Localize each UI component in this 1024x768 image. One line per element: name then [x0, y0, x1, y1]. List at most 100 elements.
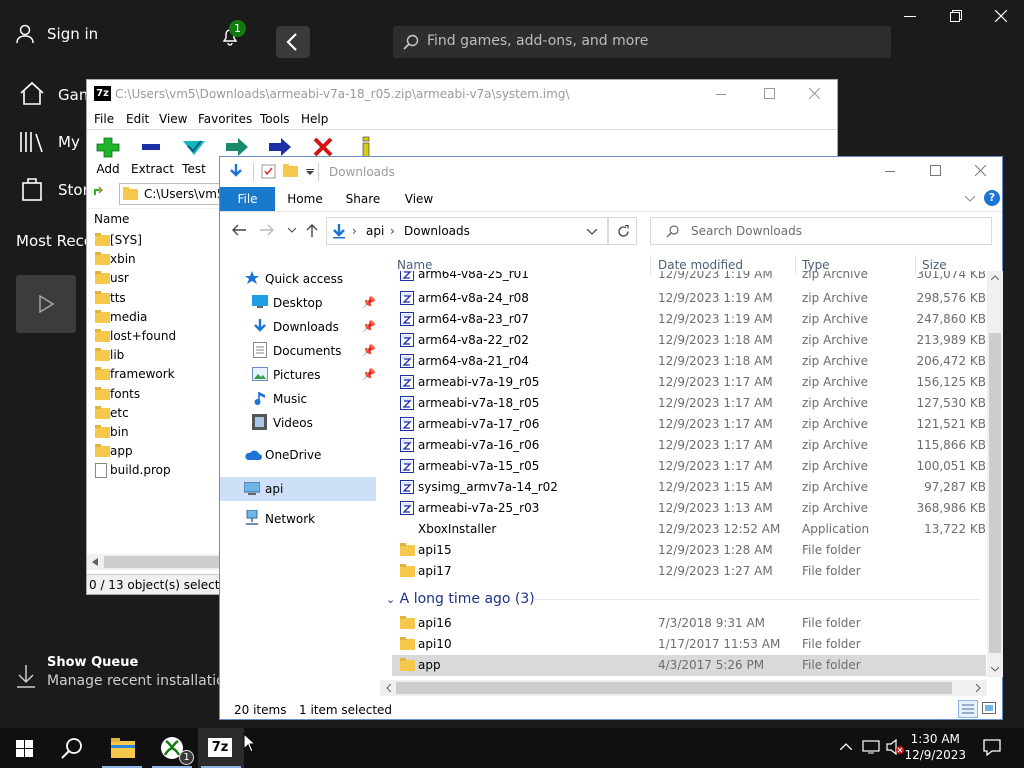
table-row[interactable]: api15 12/9/2023 1:28 AM File folder	[392, 540, 986, 561]
vertical-scrollbar[interactable]	[987, 271, 1003, 677]
notification-center-icon[interactable]	[983, 739, 1001, 756]
breadcrumb-separator-icon[interactable]: ›	[352, 224, 357, 238]
scroll-right-icon[interactable]	[976, 684, 981, 692]
scroll-thumb[interactable]	[989, 333, 1001, 653]
table-row[interactable]: armeabi-v7a-19_r05 12/9/2023 1:17 AM zip A…	[392, 372, 986, 393]
add-button[interactable]: Add	[88, 136, 128, 176]
column-date[interactable]: Date modified	[658, 258, 743, 272]
copy-button[interactable]	[217, 136, 257, 158]
properties-icon[interactable]	[261, 164, 276, 179]
explorer-titlebar[interactable]: Downloads	[220, 157, 1002, 187]
sevenzip-path-input[interactable]: C:\Users\vm5\	[119, 183, 229, 205]
delete-button[interactable]	[303, 136, 343, 158]
user-icon[interactable]	[15, 24, 35, 44]
maximize-icon[interactable]	[930, 165, 941, 176]
table-row[interactable]: armeabi-v7a-17_r06 12/9/2023 1:17 AM zip A…	[392, 414, 986, 435]
back-button[interactable]	[276, 26, 310, 58]
table-row[interactable]: armeabi-v7a-25_r03 12/9/2023 1:13 AM zip A…	[392, 498, 986, 519]
scroll-up-icon[interactable]	[991, 275, 999, 280]
extract-button[interactable]: Extract	[131, 136, 174, 176]
menu-file[interactable]: File	[94, 112, 114, 126]
restore-icon[interactable]	[950, 10, 962, 22]
up-arrow-icon[interactable]	[306, 223, 318, 237]
quick-access-down-icon[interactable]	[228, 163, 244, 179]
column-type[interactable]: Type	[802, 258, 830, 272]
table-row[interactable]: armeabi-v7a-15_r05 12/9/2023 1:17 AM zip A…	[392, 456, 986, 477]
horizontal-scrollbar[interactable]	[380, 680, 987, 696]
sevenzip-titlebar[interactable]: 7z C:\Users\vm5\Downloads\armeabi-v7a-18…	[87, 80, 837, 108]
close-icon[interactable]	[975, 165, 986, 176]
large-icons-view-icon[interactable]	[982, 702, 996, 714]
refresh-button[interactable]	[608, 217, 637, 245]
scroll-left-icon[interactable]	[92, 558, 98, 566]
breadcrumb-api[interactable]: api	[366, 224, 384, 238]
sevenzip-column-name[interactable]: Name	[94, 212, 129, 226]
file-explorer-taskbar-icon[interactable]	[111, 738, 135, 758]
table-row[interactable]: arm64-v8a-23_r07 12/9/2023 1:19 AM zip Arc…	[392, 309, 986, 330]
search-downloads-input[interactable]: Search Downloads	[650, 217, 992, 245]
scroll-thumb[interactable]	[396, 682, 952, 694]
details-view-icon[interactable]	[958, 700, 978, 718]
group-header[interactable]: ⌄ A long time ago (3)	[386, 591, 535, 607]
menu-favorites[interactable]: Favorites	[198, 112, 252, 126]
scroll-down-icon[interactable]	[991, 667, 999, 672]
search-icon[interactable]	[61, 737, 83, 759]
close-icon[interactable]	[995, 10, 1007, 22]
tab-view[interactable]: View	[396, 187, 442, 211]
tab-home[interactable]: Home	[282, 187, 328, 211]
new-folder-icon[interactable]	[283, 164, 299, 178]
address-dropdown-icon[interactable]	[587, 229, 597, 235]
table-row[interactable]: arm64-v8a-24_r08 12/9/2023 1:19 AM zip Arc…	[392, 288, 986, 309]
minimize-icon[interactable]	[885, 171, 895, 172]
volume-muted-icon[interactable]	[886, 739, 904, 755]
recent-locations-icon[interactable]	[288, 228, 296, 233]
test-button[interactable]: Test	[174, 136, 214, 176]
expand-ribbon-icon[interactable]	[965, 196, 975, 202]
table-row[interactable]: api10 1/17/2017 11:53 AM File folder	[392, 634, 986, 655]
minimize-icon[interactable]	[716, 94, 726, 95]
tab-file[interactable]: File	[220, 187, 275, 211]
store-search-input[interactable]: Find games, add-ons, and more	[393, 26, 891, 58]
close-icon[interactable]	[809, 88, 820, 99]
table-row[interactable]: armeabi-v7a-18_r05 12/9/2023 1:17 AM zip A…	[392, 393, 986, 414]
table-row[interactable]: api16 7/3/2018 9:31 AM File folder	[392, 613, 986, 634]
table-row[interactable]: armeabi-v7a-16_r06 12/9/2023 1:17 AM zip A…	[392, 435, 986, 456]
breadcrumb-downloads[interactable]: Downloads	[404, 224, 470, 238]
table-row[interactable]: api17 12/9/2023 1:27 AM File folder	[392, 561, 986, 582]
address-bar[interactable]: › api › Downloads	[326, 217, 608, 245]
maximize-icon[interactable]	[764, 88, 775, 99]
menu-edit[interactable]: Edit	[126, 112, 149, 126]
sign-in-link[interactable]: Sign in	[47, 25, 98, 43]
help-icon[interactable]: ?	[984, 190, 1000, 206]
menu-help[interactable]: Help	[301, 112, 328, 126]
sevenzip-taskbar-button[interactable]: 7z	[198, 728, 244, 768]
show-queue-title[interactable]: Show Queue	[47, 655, 138, 670]
horizontal-scrollbar[interactable]	[87, 554, 220, 570]
table-row[interactable]: arm64-v8a-22_r02 12/9/2023 1:18 AM zip Arc…	[392, 330, 986, 351]
menu-tools[interactable]: Tools	[260, 112, 290, 126]
table-row[interactable]: sysimg_armv7a-14_r02 12/9/2023 1:15 AM zip…	[392, 477, 986, 498]
column-size[interactable]: Size	[922, 258, 947, 272]
table-row[interactable]: app 4/3/2017 5:26 PM File folder	[392, 655, 986, 676]
network-icon[interactable]	[862, 740, 880, 754]
library-icon[interactable]	[19, 130, 47, 154]
table-row[interactable]: XboxInstaller 12/9/2023 12:52 AM Applicati…	[392, 519, 986, 540]
table-row[interactable]: arm64-v8a-21_r04 12/9/2023 1:18 AM zip Arc…	[392, 351, 986, 372]
chevron-up-icon[interactable]	[840, 743, 852, 750]
scroll-left-icon[interactable]	[386, 684, 391, 692]
move-button[interactable]	[260, 136, 300, 158]
nav-store[interactable]: Stor	[58, 181, 89, 199]
minimize-icon[interactable]	[904, 16, 916, 18]
home-icon[interactable]	[19, 80, 45, 106]
up-folder-icon[interactable]	[92, 185, 108, 201]
system-clock[interactable]: 1:30 AM 12/9/2023	[904, 731, 966, 763]
windows-start-icon[interactable]	[16, 740, 33, 757]
info-button[interactable]	[346, 136, 386, 158]
forward-arrow-icon[interactable]	[260, 224, 274, 236]
store-icon[interactable]	[21, 176, 43, 202]
tab-share[interactable]: Share	[338, 187, 388, 211]
breadcrumb-separator-icon[interactable]: ›	[390, 224, 395, 238]
menu-view[interactable]: View	[159, 112, 187, 126]
table-row[interactable]: arm64-v8a-25_r01 12/9/2023 1:19 AM zip Arc…	[392, 271, 986, 285]
column-name[interactable]: Name	[397, 258, 432, 272]
